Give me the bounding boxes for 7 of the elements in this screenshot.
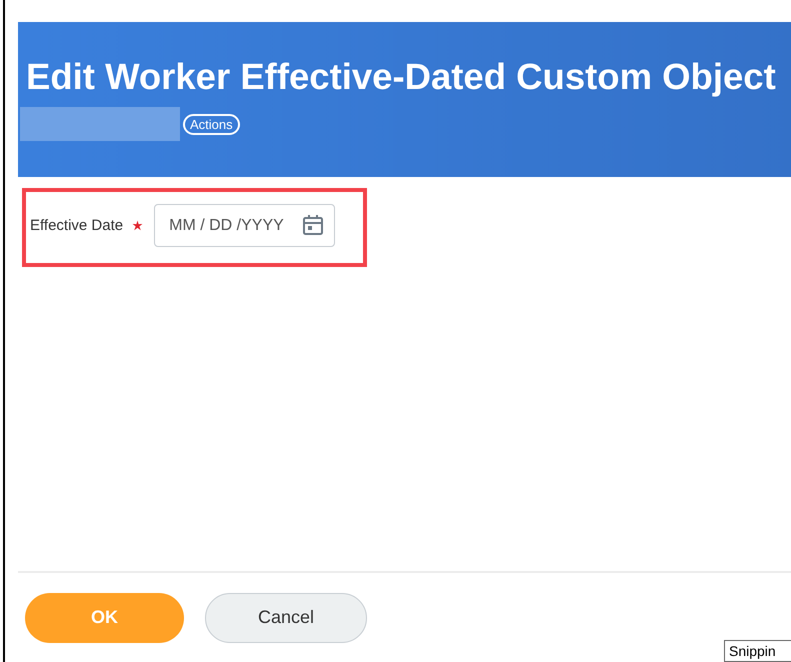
- actions-button[interactable]: Actions: [183, 114, 240, 134]
- page-title: Edit Worker Effective-Dated Custom Object: [26, 55, 777, 99]
- date-field[interactable]: MM / DD /YYYY: [154, 204, 336, 247]
- calendar-icon[interactable]: [301, 213, 326, 237]
- field-label: Effective Date: [30, 217, 124, 234]
- tooltip: Snippin: [724, 640, 791, 662]
- cancel-button[interactable]: Cancel: [205, 592, 367, 642]
